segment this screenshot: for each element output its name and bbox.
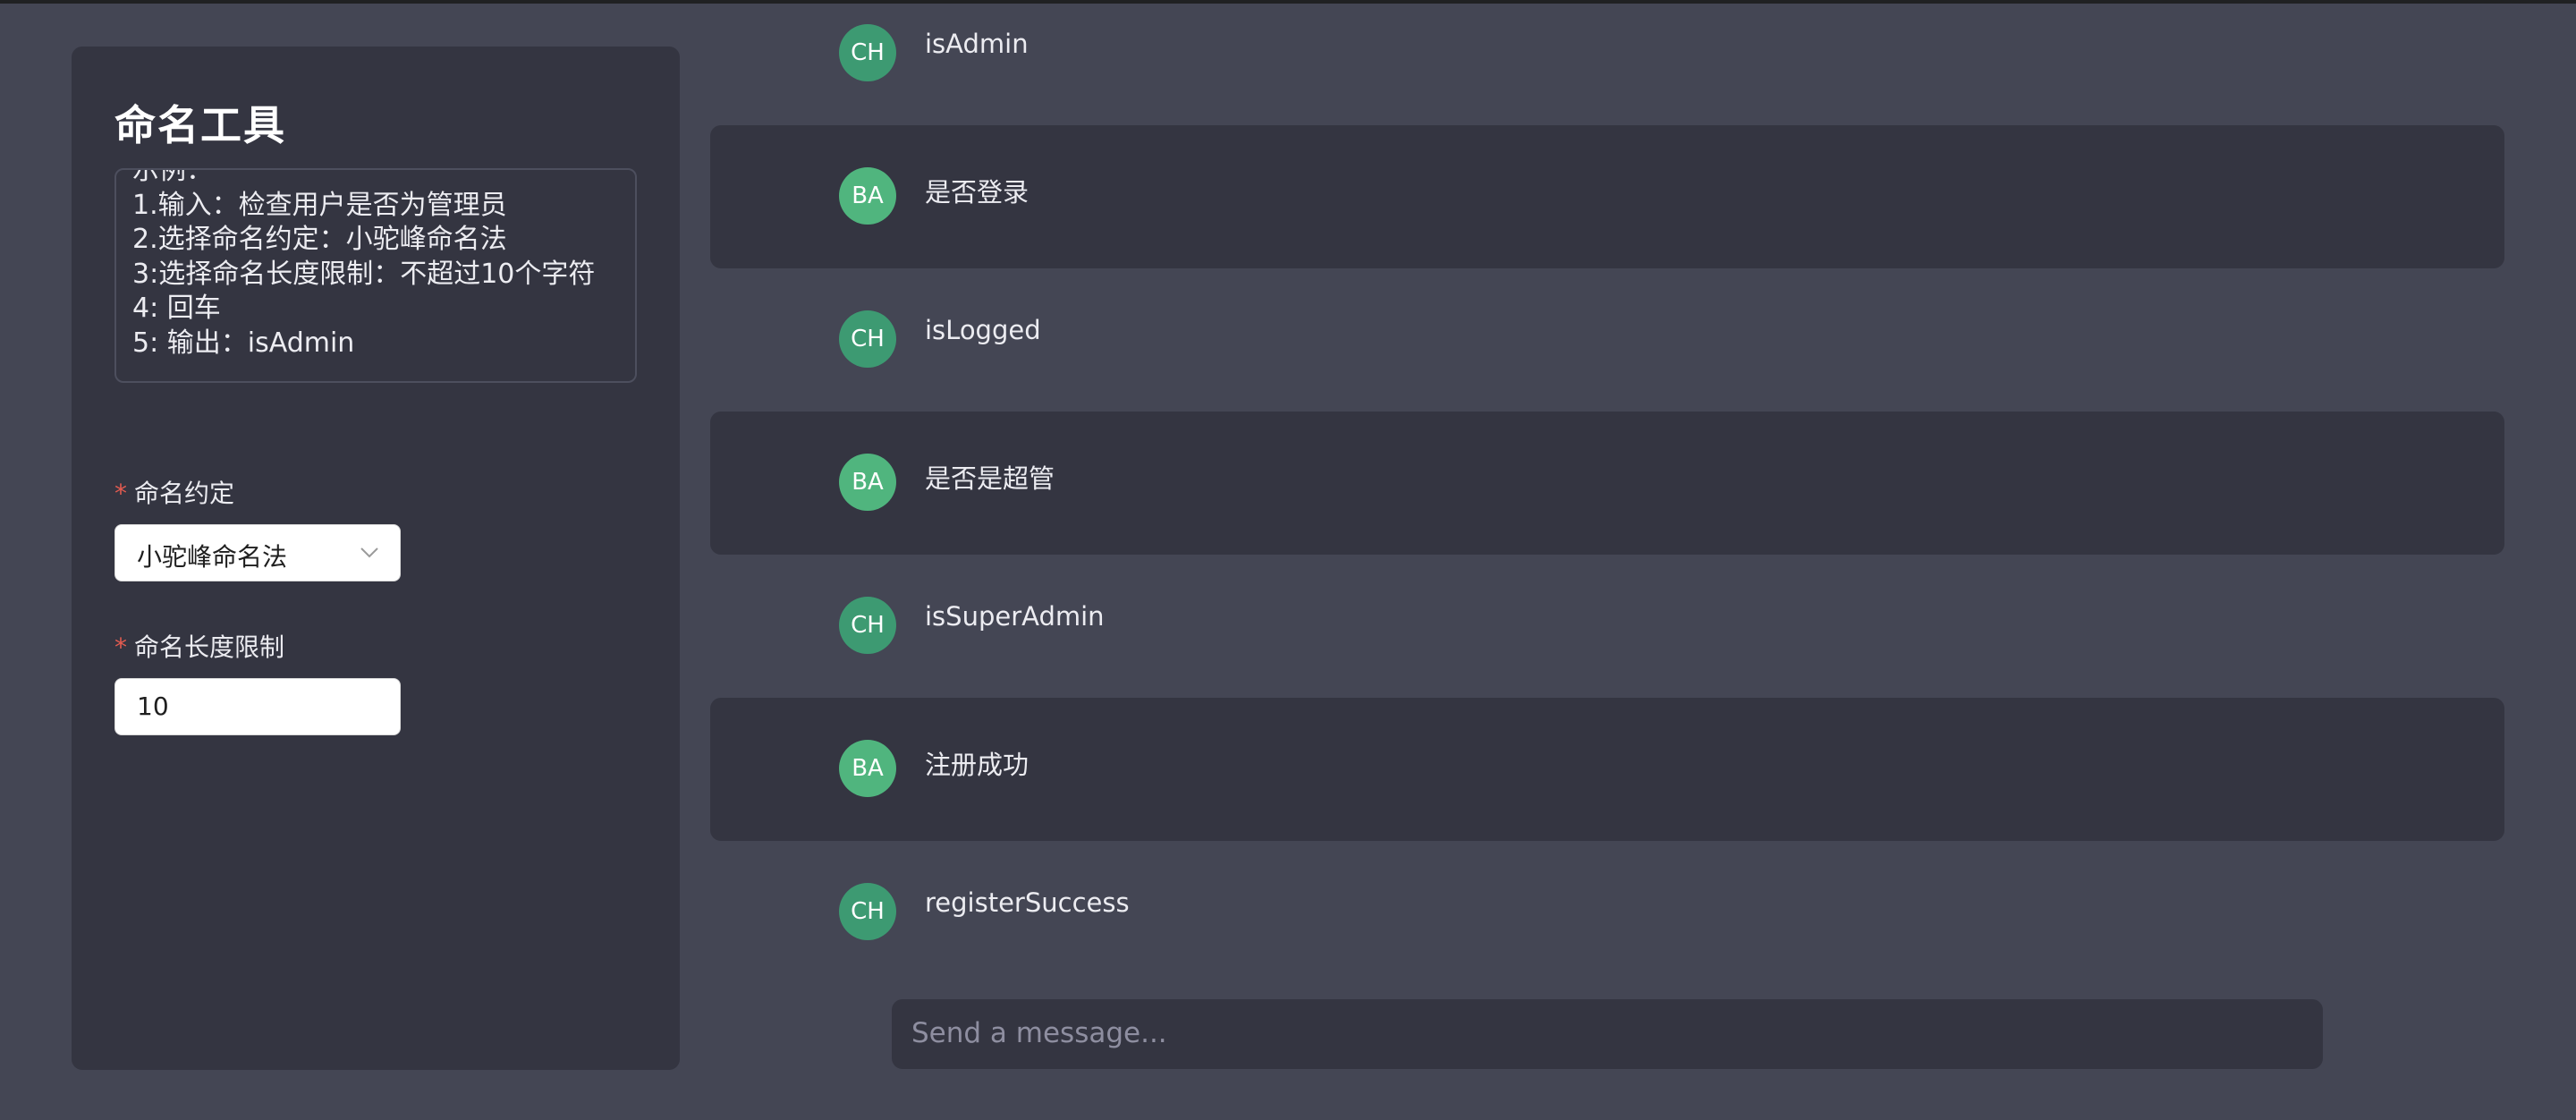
naming-convention-label: * 命名约定 [114,474,234,510]
naming-convention-label-text: 命名约定 [134,479,235,508]
message-input[interactable]: Send a message... [892,999,2323,1069]
avatar: CH [839,597,896,654]
required-mark: * [114,632,127,662]
chat-message-user: CH registerSuccess [710,841,2504,984]
message-text: isLogged [925,315,1041,345]
naming-tool-panel: 命名工具 示例： 1.输入：检查用户是否为管理员 2.选择命名约定：小驼峰命名法… [72,47,680,1070]
example-text: 示例： 1.输入：检查用户是否为管理员 2.选择命名约定：小驼峰命名法 3:选择… [132,168,596,359]
length-limit-value: 10 [137,692,169,721]
message-text: 是否是超管 [925,463,1055,494]
message-text: isAdmin [925,29,1029,59]
avatar: CH [839,310,896,368]
message-text: 是否登录 [925,177,1030,208]
chat-message-bot: BA 是否是超管 [710,412,2504,555]
avatar: BA [839,454,896,511]
chat-message-bot: BA 是否登录 [710,125,2504,268]
chat-message-user: CH isSuperAdmin [710,555,2504,698]
length-limit-input[interactable]: 10 [114,678,401,735]
chevron-down-icon [360,547,378,558]
length-limit-label-text: 命名长度限制 [134,632,285,662]
naming-convention-value: 小驼峰命名法 [137,542,288,572]
example-textarea[interactable]: 示例： 1.输入：检查用户是否为管理员 2.选择命名约定：小驼峰命名法 3:选择… [114,168,637,383]
message-text: registerSuccess [925,887,1130,918]
avatar: BA [839,740,896,797]
chat-message-user: CH isAdmin [710,0,2504,125]
message-text: isSuperAdmin [925,601,1105,632]
required-mark: * [114,479,127,508]
avatar: BA [839,167,896,225]
panel-title: 命名工具 [114,101,286,149]
avatar: CH [839,883,896,940]
message-input-placeholder: Send a message... [911,1017,1167,1049]
message-text: 注册成功 [925,750,1030,780]
naming-convention-select[interactable]: 小驼峰命名法 [114,524,401,581]
chat-message-bot: BA 注册成功 [710,698,2504,841]
length-limit-label: * 命名长度限制 [114,628,284,664]
avatar: CH [839,24,896,81]
chat-message-user: CH isLogged [710,268,2504,412]
